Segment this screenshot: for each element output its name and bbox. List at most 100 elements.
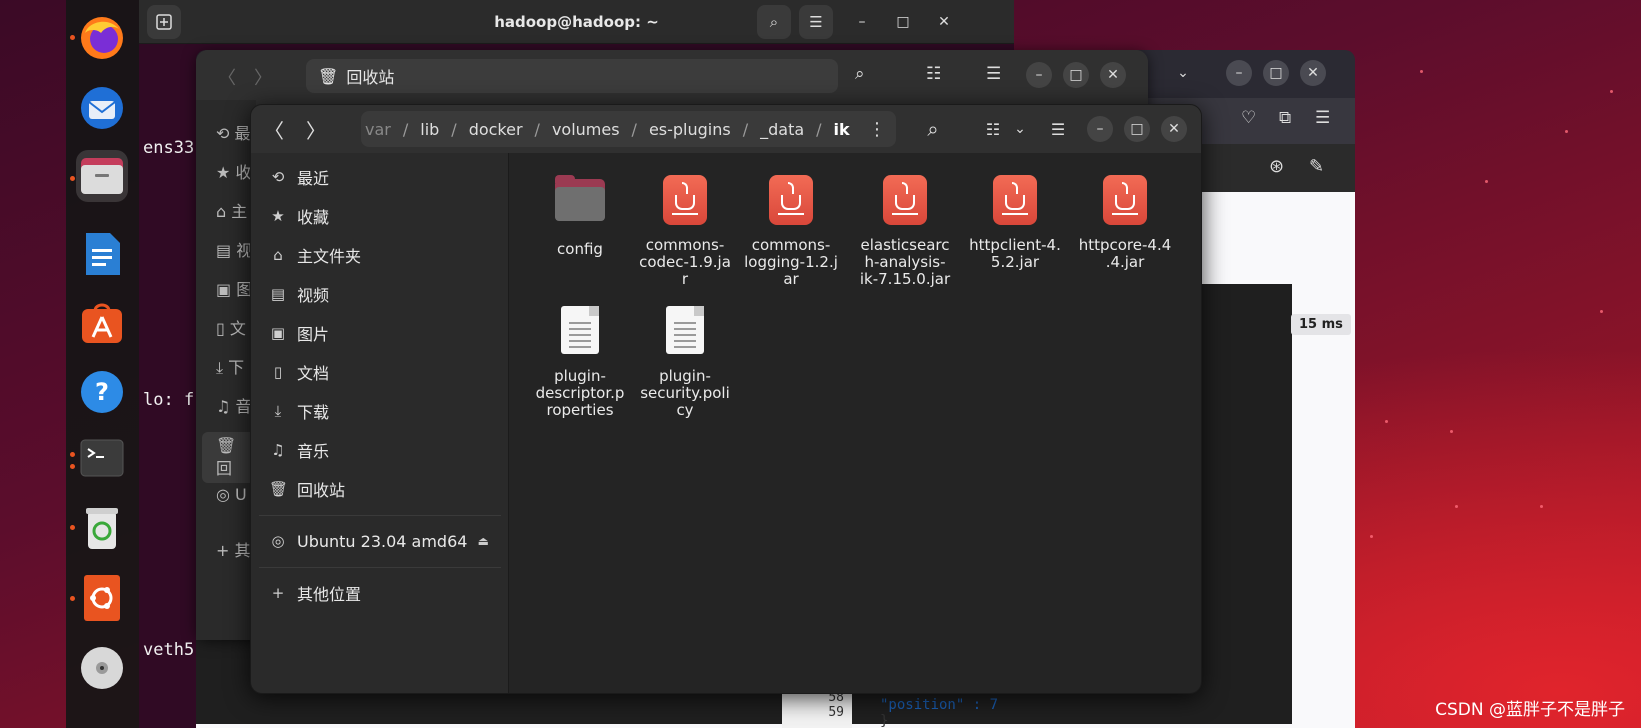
java-jar-icon [769,175,813,225]
sidebar-item-other-locations[interactable]: + 其他位置 [269,578,361,608]
breadcrumb-data[interactable]: _data [752,120,812,139]
sidebar-fragment[interactable]: ⤓ 下 [216,354,244,378]
file-item-commons-logging[interactable]: commons- logging-1.2.j ar [741,173,841,288]
sidebar-fragment[interactable]: 🗑 回 [202,432,256,483]
browser-maximize-button[interactable]: □ [1263,60,1289,86]
sidebar-divider [259,567,501,568]
list-view-icon[interactable]: ☷ [926,64,941,84]
wallpaper-star [1385,420,1388,423]
eject-icon[interactable]: ⏏ [478,534,489,548]
sidebar-fragment[interactable]: ⟲ 最 [216,120,251,144]
sidebar-item-pictures[interactable]: ▣ 图片 [269,318,329,348]
sidebar-fragment[interactable]: ★ 收 [216,159,251,183]
maximize-button[interactable]: □ [1124,116,1150,142]
sidebar-item-recent[interactable]: ⟲ 最近 [269,162,329,192]
browser-close-button[interactable]: ✕ [1300,60,1326,86]
browser-minimize-button[interactable]: – [1226,60,1252,86]
list-view-icon: ☷ [985,119,1001,139]
back-arrow-icon: 〈 [264,118,284,143]
breadcrumb-ik[interactable]: ik [826,120,858,139]
svg-text:?: ? [95,378,109,406]
browser-menu-icon[interactable]: ☰ [1315,108,1330,128]
wallpaper-star [1540,505,1543,508]
terminal-launcher[interactable] [76,432,128,484]
main-menu-button[interactable]: ☰ [1041,112,1075,146]
trash-icon: 🗑 [318,66,339,86]
firefox-launcher[interactable] [76,12,128,64]
sidebar-item-trash[interactable]: 🗑 回收站 [269,474,345,504]
close-button[interactable]: ✕ [1100,62,1126,88]
pocket-icon[interactable]: ♡ [1241,108,1256,128]
terminal-maximize-button[interactable]: □ [890,9,916,35]
minimize-icon: – [1035,67,1043,83]
sidebar-fragment[interactable]: ♫ 音 [216,393,251,417]
extensions-icon[interactable]: ⧉ [1279,108,1291,128]
file-name-line: elasticsearc [860,236,950,254]
minimize-button[interactable]: – [1026,62,1052,88]
files-launcher[interactable] [76,150,128,202]
terminal-menu-button[interactable]: ☰ [799,5,833,39]
libreoffice-writer-launcher[interactable] [76,228,128,280]
search-button[interactable]: ⌕ [916,112,950,146]
forward-arrow-icon[interactable]: 〉 [254,64,272,90]
running-indicator [70,452,75,457]
file-item-elasticsearch-analysis-ik[interactable]: elasticsearc h-analysis- ik-7.15.0.jar [849,173,961,288]
breadcrumb-volumes[interactable]: volumes [544,120,628,139]
path-menu-icon[interactable]: ⋮ [868,119,886,140]
running-indicator [70,35,75,40]
trash-launcher[interactable] [76,502,128,554]
view-options-button[interactable]: ⌄ [1003,112,1037,146]
app-center-launcher[interactable] [76,298,128,350]
forward-button[interactable]: 〉 [299,112,333,146]
sidebar-item-music[interactable]: ♫ 音乐 [269,435,329,465]
sidebar-fragment[interactable]: ▯ 文 [216,315,246,339]
sidebar-item-starred[interactable]: ★ 收藏 [269,201,329,231]
tab-list-button[interactable]: ⌄ [1170,60,1196,86]
hamburger-icon[interactable]: ☰ [986,64,1001,84]
sidebar-item-drive[interactable]: ◎ Ubuntu 23.04 amd64 ⏏ [269,526,489,556]
terminal-search-button[interactable]: ⌕ [757,5,791,39]
sidebar-fragment[interactable]: ◎ U [216,485,247,504]
help-launcher[interactable]: ? [76,366,128,418]
file-item-commons-codec[interactable]: commons- codec-1.9.ja r [635,173,735,288]
sidebar-item-downloads[interactable]: ⤓ 下载 [269,396,329,426]
terminal-minimize-button[interactable]: – [849,9,875,35]
help-icon: ? [81,371,123,413]
terminal-close-button[interactable]: ✕ [931,9,957,35]
sidebar-item-videos[interactable]: ▤ 视频 [269,279,329,309]
breadcrumb-var[interactable]: var [361,120,399,139]
thunderbird-launcher[interactable] [76,82,128,134]
trash-location-bar[interactable]: 🗑 回收站 [306,59,838,93]
file-item-config[interactable]: config [530,173,630,258]
file-item-httpclient[interactable]: httpclient-4. 5.2.jar [963,173,1067,271]
breadcrumb-lib[interactable]: lib [412,120,447,139]
sidebar-fragment[interactable]: ⌂ 主 [216,198,247,222]
sidebar-item-home[interactable]: ⌂ 主文件夹 [269,240,361,270]
breadcrumb-separator: / [402,119,409,139]
minimize-button[interactable]: – [1087,116,1113,142]
sidebar-fragment[interactable]: ▣ 图 [216,276,252,300]
search-icon[interactable]: ⌕ [855,64,865,84]
ubuntu-software-launcher[interactable] [76,572,128,624]
csdn-watermark: CSDN @蓝胖子不是胖子 [1435,700,1625,720]
download-icon: ⤓ [274,402,282,420]
lifebuoy-icon[interactable]: ⊛ [1269,156,1284,177]
back-arrow-icon[interactable]: 〈 [218,64,236,90]
breadcrumb-es-plugins[interactable]: es-plugins [641,120,739,139]
file-item-plugin-descriptor[interactable]: plugin- descriptor.p roperties [530,303,630,419]
document-icon: ▯ [273,363,283,381]
hamburger-icon: ☰ [1050,119,1066,139]
file-item-httpcore[interactable]: httpcore-4.4 .4.jar [1073,173,1177,271]
sidebar-fragment[interactable]: + 其 [216,537,251,561]
back-button[interactable]: 〈 [257,112,291,146]
close-button[interactable]: ✕ [1161,116,1187,142]
optical-drive-launcher[interactable] [76,642,128,694]
sidebar-item-documents[interactable]: ▯ 文档 [269,357,329,387]
file-item-plugin-security[interactable]: plugin- security.poli cy [635,303,735,419]
maximize-button[interactable]: □ [1063,62,1089,88]
breadcrumb-docker[interactable]: docker [461,120,531,139]
terminal-title: hadoop@hadoop: ~ [494,13,659,31]
line-number: 59 [828,705,844,720]
sidebar-fragment[interactable]: ▤ 视 [216,237,252,261]
tools-icon[interactable]: ✎ [1309,156,1324,177]
